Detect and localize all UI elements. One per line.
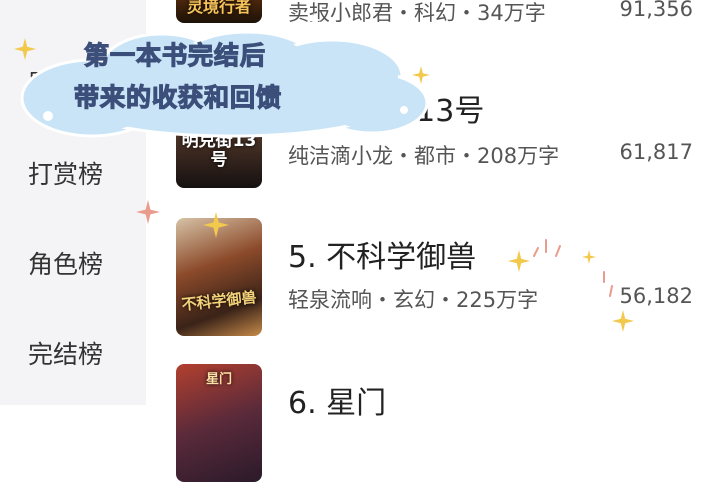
banner-line-2: 带来的收获和回馈 [73, 82, 283, 112]
banner-line-1: 第一本书完结后 [83, 40, 267, 70]
book-meta: 轻泉流响・玄幻・225万字 [288, 288, 539, 312]
book-count: 91,356 [619, 0, 693, 21]
sparkle-icon [136, 200, 160, 224]
book-title[interactable]: 6. 星门 [288, 378, 386, 422]
book-title[interactable]: 5. 不科学御兽 [288, 232, 476, 276]
book-count: 61,817 [619, 140, 693, 164]
sidebar-item-completed[interactable]: 完结榜 [0, 335, 146, 371]
accent-lines-icon [533, 239, 561, 257]
sparkle-icon [612, 310, 634, 332]
accent-lines-icon [603, 271, 613, 297]
book-cover[interactable]: 灵境行者 [176, 0, 262, 23]
sparkle-icon [508, 250, 530, 272]
book-cover[interactable]: 星门 [176, 364, 262, 482]
list-item[interactable]: 灵境行者 卖报小郎君・科幻・34万字 91,356 [146, 0, 720, 25]
cover-title: 星门 [205, 372, 232, 387]
book-meta: 卖报小郎君・科幻・34万字 [288, 1, 546, 25]
sparkle-icon [203, 212, 229, 238]
sparkle-icon [582, 250, 596, 264]
sidebar-item-tips[interactable]: 打赏榜 [0, 155, 146, 191]
book-meta: 纯洁滴小龙・都市・208万字 [288, 144, 560, 168]
sparkle-icon [412, 66, 430, 84]
cover-title: 灵境行者 [186, 0, 251, 16]
sparkle-icon [14, 38, 36, 60]
sidebar-item-characters[interactable]: 角色榜 [0, 245, 146, 281]
list-item[interactable]: 星门 6. 星门 [146, 364, 720, 484]
cover-title: 不科学御兽 [180, 288, 258, 314]
sparkle-icon [306, 12, 322, 28]
book-count: 56,182 [619, 284, 693, 308]
